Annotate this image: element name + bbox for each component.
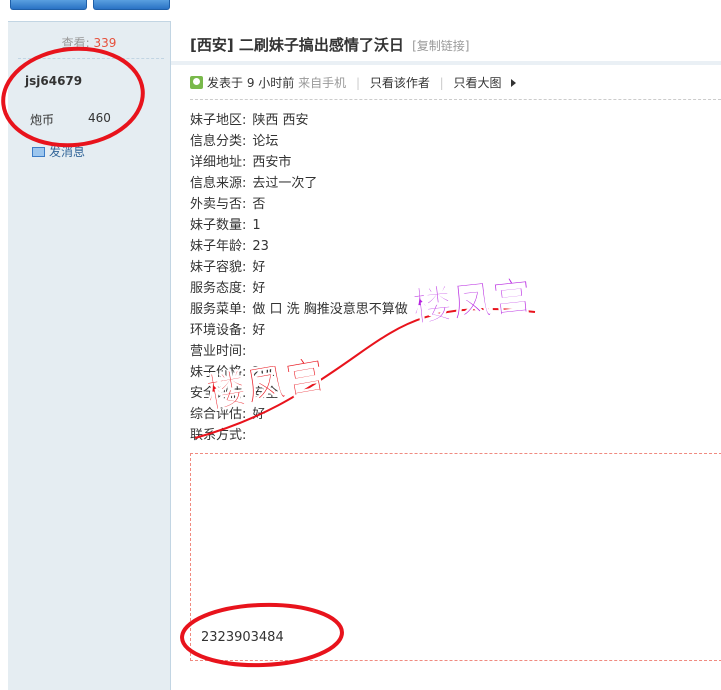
info-field-label: 妹子容貌: [190, 260, 247, 275]
info-field-value: 200 [252, 365, 278, 380]
info-field-row: 安全评估: 安全 [190, 383, 408, 404]
title-divider [171, 61, 721, 65]
view-count: 查看: 339 [8, 34, 170, 51]
info-field-row: 信息分类: 论坛 [190, 131, 408, 152]
info-field-row: 信息来源: 去过一次了 [190, 173, 408, 194]
info-field-value: 否 [252, 197, 266, 212]
copy-link-button[interactable]: [复制链接] [412, 39, 469, 53]
info-field-label: 安全评估: [190, 386, 247, 401]
info-field-value: 西安市 [252, 155, 292, 170]
post-title-row: [西安] 二刷妹子搞出感情了沃日 [复制链接] [190, 34, 469, 55]
info-field-row: 妹子价格: 200 [190, 362, 408, 383]
info-field-row: 外卖与否: 否 [190, 194, 408, 215]
info-field-row: 妹子容貌: 好 [190, 257, 408, 278]
info-fields: 妹子地区: 陕西 西安 信息分类: 论坛 详细地址: 西安市 信息来源: 去过一次了 外卖与否:… [190, 110, 408, 446]
meta-divider [190, 99, 721, 100]
info-field-row: 妹子年龄: 23 [190, 236, 408, 257]
stat-value: 460 [88, 111, 111, 125]
info-field-row: 详细地址: 西安市 [190, 152, 408, 173]
info-field-value: 去过一次了 [252, 176, 318, 191]
post-title: [西安] 二刷妹子搞出感情了沃日 [190, 36, 404, 54]
info-field-label: 信息来源: [190, 176, 247, 191]
top-toolbar [0, 0, 721, 10]
info-field-label: 妹子地区: [190, 113, 247, 128]
author-stat: 炮币 460 [30, 111, 150, 128]
info-field-row: 联系方式: [190, 425, 408, 446]
info-field-label: 信息分类: [190, 134, 247, 149]
info-field-row: 妹子地区: 陕西 西安 [190, 110, 408, 131]
post-content: [西安] 二刷妹子搞出感情了沃日 [复制链接] 发表于 9 小时前 来自手机 |… [171, 21, 721, 689]
info-field-label: 服务菜单: [190, 302, 247, 317]
info-field-value: 好 [252, 281, 266, 296]
toolbar-button-new[interactable] [93, 0, 170, 10]
envelope-icon [32, 147, 45, 157]
info-field-value: 好 [252, 260, 266, 275]
posted-time: 发表于 9 小时前 [207, 76, 295, 90]
info-field-value: 23 [252, 239, 269, 254]
info-field-label: 服务态度: [190, 281, 247, 296]
info-field-label: 妹子价格: [190, 365, 247, 380]
send-message-label: 发消息 [49, 145, 86, 159]
info-field-row: 环境设备: 好 [190, 320, 408, 341]
info-field-label: 环境设备: [190, 323, 247, 338]
stat-label: 炮币 [30, 113, 55, 127]
contact-box: 2323903484 [190, 453, 721, 661]
info-field-label: 营业时间: [190, 344, 247, 359]
send-message-link[interactable]: 发消息 [32, 143, 85, 160]
info-field-row: 服务菜单: 做 口 洗 胸推没意思不算做 [190, 299, 408, 320]
contact-number: 2323903484 [201, 630, 284, 645]
info-field-row: 综合评估: 好 [190, 404, 408, 425]
info-field-label: 妹子年龄: [190, 239, 247, 254]
info-field-row: 营业时间: [190, 341, 408, 362]
sidebar-divider [18, 58, 164, 59]
info-field-label: 妹子数量: [190, 218, 247, 233]
author-sidebar: 查看: 339 jsj64679 炮币 460 发消息 [8, 21, 171, 690]
only-author-link[interactable]: 只看该作者 [370, 76, 430, 90]
triangle-right-icon[interactable] [511, 79, 517, 87]
info-field-value: 好 [252, 407, 266, 422]
info-field-value: 好 [252, 323, 266, 338]
view-count-label: 查看: [61, 36, 90, 50]
view-count-value: 339 [93, 36, 117, 50]
info-field-value: 做 口 洗 胸推没意思不算做 [252, 302, 408, 317]
info-field-label: 联系方式: [190, 428, 247, 443]
info-field-label: 外卖与否: [190, 197, 247, 212]
post-source: 来自手机 [298, 76, 347, 90]
post-meta: 发表于 9 小时前 来自手机 | 只看该作者 | 只看大图 [190, 74, 517, 91]
big-image-link[interactable]: 只看大图 [454, 76, 502, 90]
author-username[interactable]: jsj64679 [25, 74, 82, 88]
info-field-value: 安全 [252, 386, 279, 401]
info-field-value: 1 [252, 218, 261, 233]
user-icon [190, 76, 203, 89]
meta-separator: | [355, 76, 360, 90]
info-field-row: 妹子数量: 1 [190, 215, 408, 236]
info-field-row: 服务态度: 好 [190, 278, 408, 299]
info-field-value: 陕西 西安 [252, 113, 309, 128]
info-field-label: 详细地址: [190, 155, 247, 170]
info-field-label: 综合评估: [190, 407, 247, 422]
meta-separator: | [439, 76, 444, 90]
info-field-value: 论坛 [252, 134, 279, 149]
toolbar-button-reply[interactable] [10, 0, 87, 10]
